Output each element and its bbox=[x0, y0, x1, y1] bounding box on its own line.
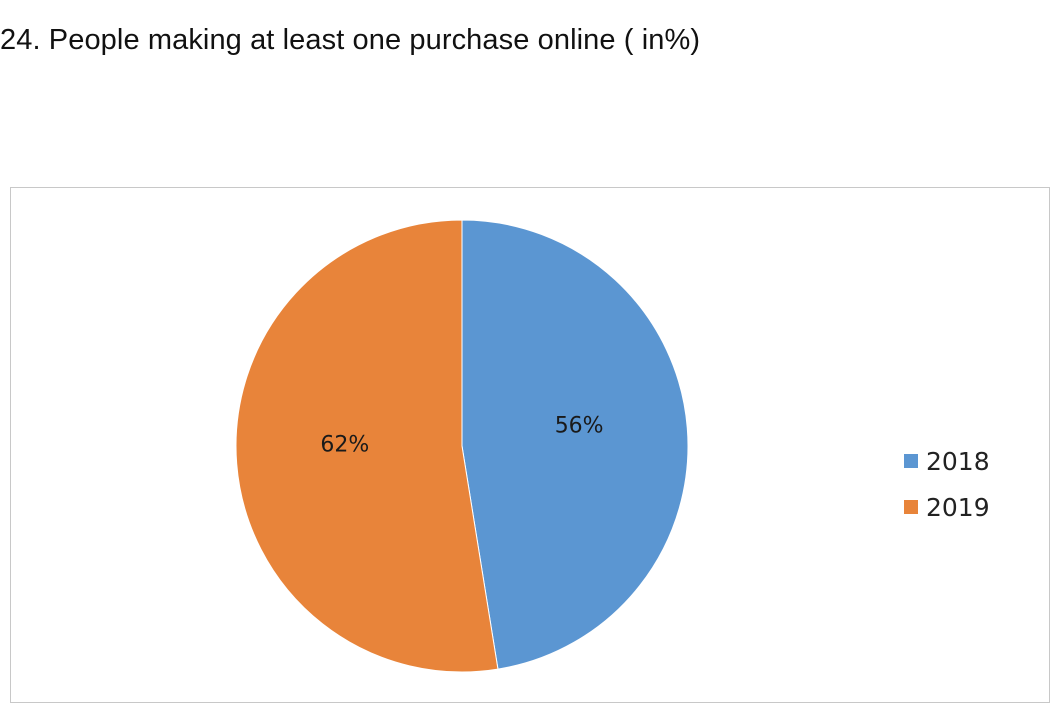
page-title: 24. People making at least one purchase … bbox=[0, 24, 701, 56]
legend-label-2018: 2018 bbox=[926, 446, 990, 476]
pie-slice-2018 bbox=[461, 219, 689, 670]
chart-frame: 56% 62% 2018 2019 bbox=[10, 187, 1050, 703]
legend-item-2019: 2019 bbox=[904, 484, 990, 530]
legend-swatch-2018 bbox=[904, 454, 918, 468]
legend-label-2019: 2019 bbox=[926, 492, 990, 522]
legend-swatch-2019 bbox=[904, 500, 918, 514]
pie-chart: 56% 62% bbox=[235, 219, 689, 673]
legend-item-2018: 2018 bbox=[904, 438, 990, 484]
legend: 2018 2019 bbox=[904, 438, 990, 530]
data-label-2019: 62% bbox=[320, 432, 369, 457]
data-label-2018: 56% bbox=[555, 414, 604, 439]
